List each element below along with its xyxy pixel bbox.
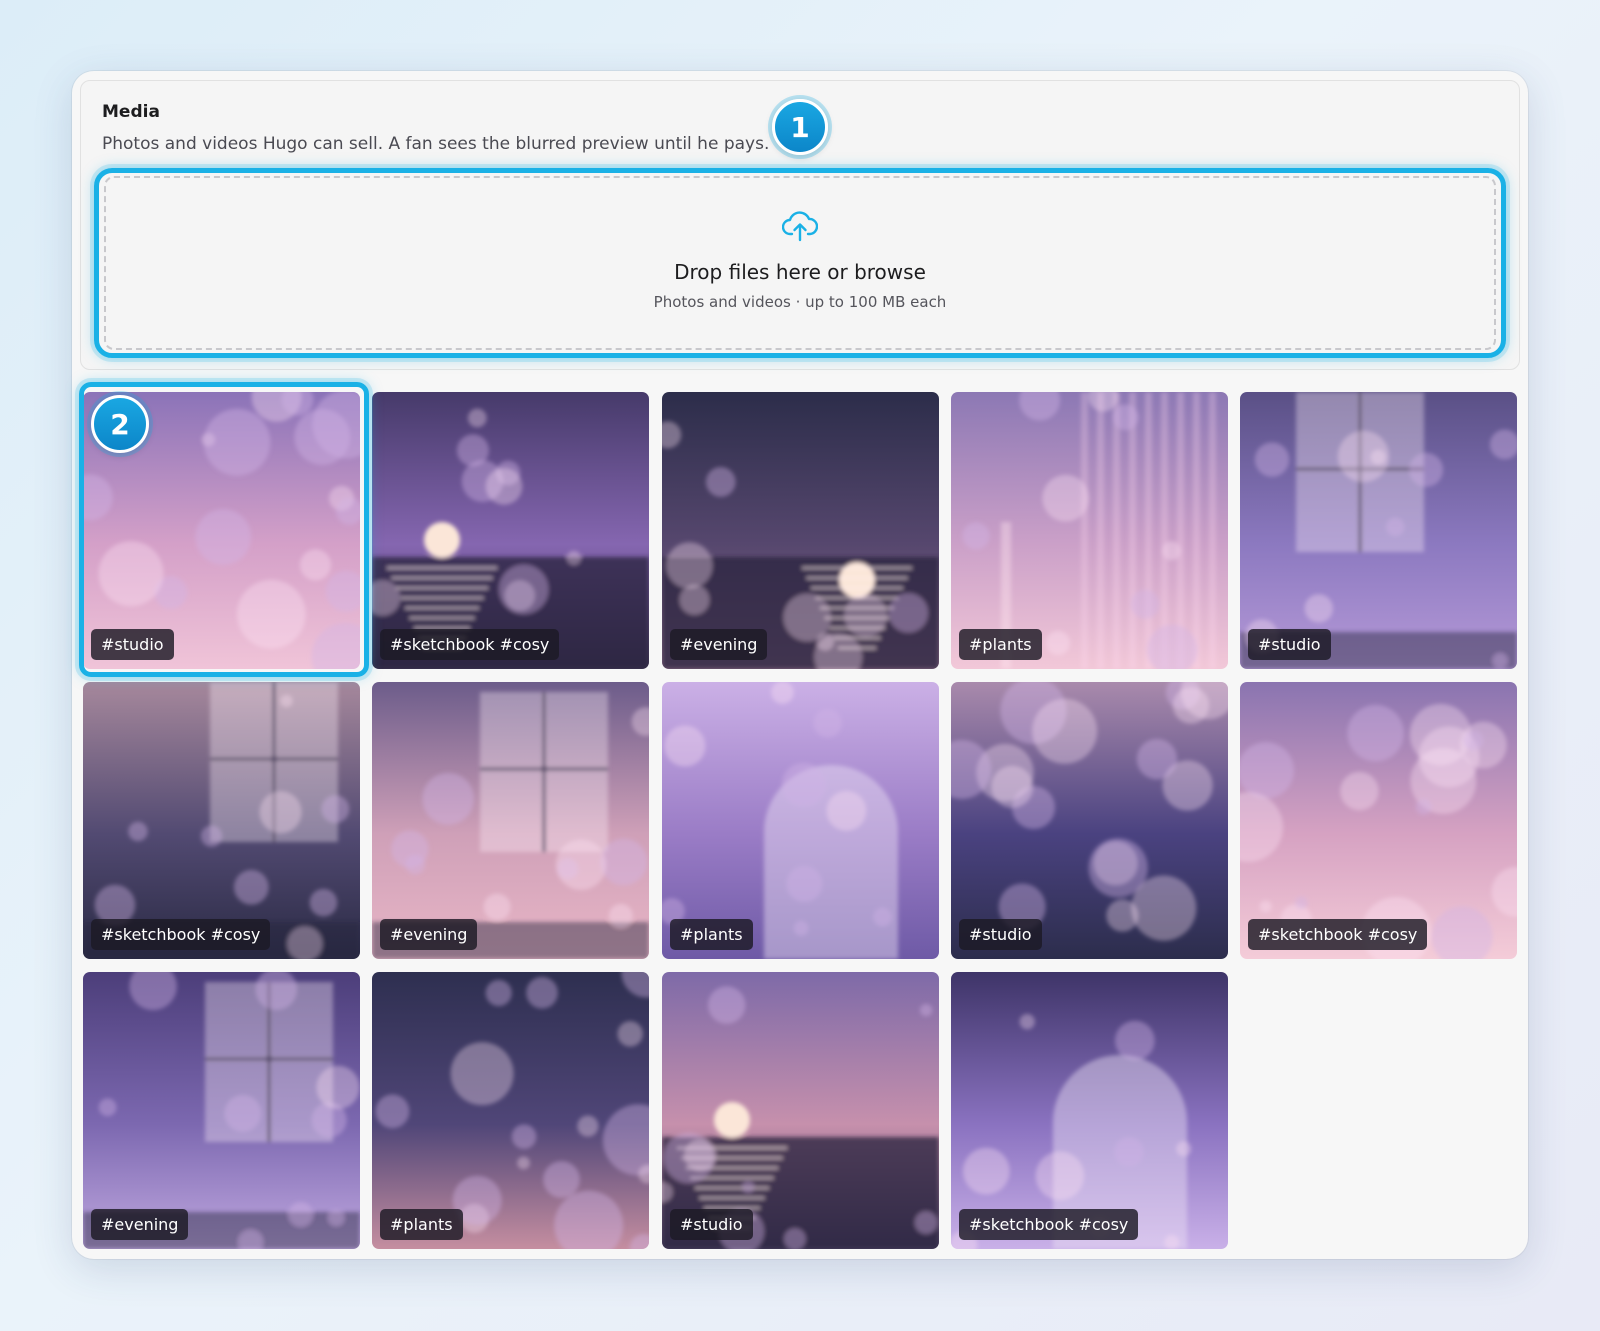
tile-tag-label: #plants (670, 919, 753, 950)
tile-tag-label: #plants (380, 1209, 463, 1240)
tile-tag-label: #evening (380, 919, 478, 950)
blurred-preview-image (951, 392, 1228, 669)
blurred-preview-image (951, 972, 1228, 1249)
tile-tag-label: #evening (670, 629, 768, 660)
tile-tag-label: #sketchbook #cosy (380, 629, 560, 660)
tile-tag-label: #studio (670, 1209, 753, 1240)
dropzone-hint: Photos and videos · up to 100 MB each (653, 293, 947, 311)
blurred-preview-image (372, 392, 649, 669)
section-title: Media (102, 102, 160, 122)
media-tile[interactable]: #sketchbook #cosy (1240, 682, 1517, 959)
blurred-preview-image (662, 972, 939, 1249)
media-tile[interactable]: #plants (662, 682, 939, 959)
tile-tag-label: #studio (91, 629, 174, 660)
media-tile[interactable]: #evening (372, 682, 649, 959)
callout-badge-2: 2 (91, 395, 149, 453)
blurred-preview-image (662, 392, 939, 669)
blurred-preview-image (372, 682, 649, 959)
tile-tag-label: #sketchbook #cosy (1248, 919, 1428, 950)
media-tile[interactable]: #evening (83, 972, 360, 1249)
callout-badge-1: 1 (772, 99, 828, 155)
tile-tag-label: #evening (91, 1209, 189, 1240)
media-tile[interactable]: #sketchbook #cosy (951, 972, 1228, 1249)
section-subtitle: Photos and videos Hugo can sell. A fan s… (102, 134, 770, 154)
blurred-preview-image (372, 972, 649, 1249)
tile-tag-label: #plants (959, 629, 1042, 660)
media-tile[interactable]: #evening (662, 392, 939, 669)
tile-tag-label: #sketchbook #cosy (959, 1209, 1139, 1240)
blurred-preview-image (83, 682, 360, 959)
blurred-preview-image (1240, 392, 1517, 669)
media-tile[interactable]: #studio (951, 682, 1228, 959)
media-tile[interactable]: #studio (662, 972, 939, 1249)
media-tile[interactable]: #plants (951, 392, 1228, 669)
blurred-preview-image (951, 682, 1228, 959)
media-tile[interactable]: #sketchbook #cosy (372, 392, 649, 669)
tile-tag-label: #studio (959, 919, 1042, 950)
blurred-preview-image (1240, 682, 1517, 959)
media-tile[interactable]: #plants (372, 972, 649, 1249)
media-tile[interactable]: #studio (1240, 392, 1517, 669)
blurred-preview-image (83, 972, 360, 1249)
tile-tag-label: #sketchbook #cosy (91, 919, 271, 950)
dropzone-title[interactable]: Drop files here or browse (0, 260, 1600, 284)
tile-tag-label: #studio (1248, 629, 1331, 660)
blurred-preview-image (662, 682, 939, 959)
cloud-upload-icon (782, 211, 818, 242)
media-tile[interactable]: #sketchbook #cosy (83, 682, 360, 959)
